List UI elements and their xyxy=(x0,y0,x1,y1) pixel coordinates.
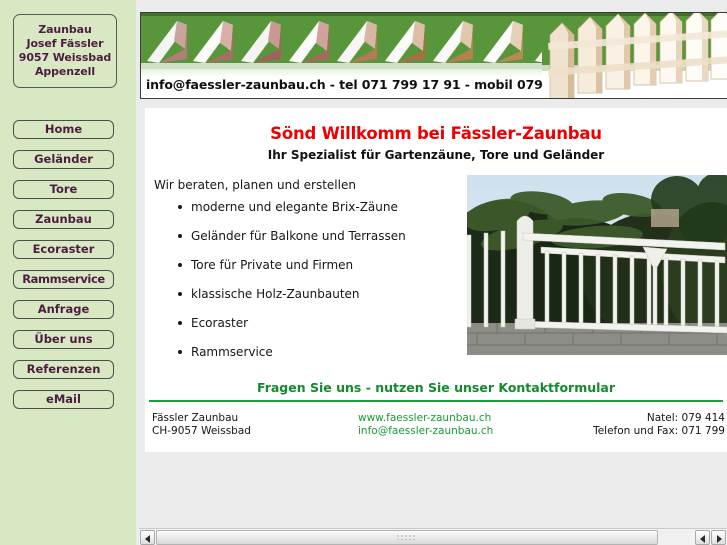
nav-item-home[interactable]: Home xyxy=(13,120,114,139)
nav-item-tore[interactable]: Tore xyxy=(13,180,114,199)
scroll-right-button[interactable] xyxy=(711,530,726,545)
scrollbar-track[interactable] xyxy=(156,530,690,545)
horizontal-scrollbar[interactable] xyxy=(139,528,727,545)
logo-line-2: Josef Fässler xyxy=(26,37,104,50)
scrollbar-thumb[interactable] xyxy=(156,530,658,545)
nav-item-rammservice[interactable]: Rammservice xyxy=(13,270,114,289)
nav-item-ueber-uns[interactable]: Über uns xyxy=(13,330,114,349)
scroll-left-button[interactable] xyxy=(140,530,155,545)
nav-item-anfrage[interactable]: Anfrage xyxy=(13,300,114,319)
nav-item-zaunbau[interactable]: Zaunbau xyxy=(13,210,114,229)
arrow-left-icon xyxy=(145,534,150,543)
railing-photo xyxy=(467,175,727,355)
main-navigation: Home Geländer Tore Zaunbau Ecoraster Ram… xyxy=(13,120,114,420)
footer-email-link[interactable]: info@faessler-zaunbau.ch xyxy=(358,425,493,438)
browser-page: Zaunbau Josef Fässler 9057 Weissbad Appe… xyxy=(0,0,727,545)
footer-address: Fässler Zaunbau CH-9057 Weissbad xyxy=(152,412,251,438)
footer-company: Fässler Zaunbau xyxy=(152,412,239,424)
contact-cta-heading[interactable]: Fragen Sie uns - nutzen Sie unser Kontak… xyxy=(145,380,727,395)
footer-phone-numbers: Natel: 079 414 7 Telefon und Fax: 071 79… xyxy=(575,412,727,438)
nav-item-email[interactable]: eMail xyxy=(13,390,114,409)
main-content-panel: Sönd Willkomm bei Fässler-Zaunbau Ihr Sp… xyxy=(145,108,727,452)
content-body: Wir beraten, planen und erstellen modern… xyxy=(145,175,727,378)
nav-item-gelaender[interactable]: Geländer xyxy=(13,150,114,169)
logo-line-4: Appenzell xyxy=(34,65,96,78)
page-footer: Fässler Zaunbau CH-9057 Weissbad www.fae… xyxy=(145,412,727,452)
logo-line-3: 9057 Weissbad xyxy=(18,51,112,64)
sidebar: Zaunbau Josef Fässler 9057 Weissbad Appe… xyxy=(0,0,136,545)
page-title: Sönd Willkomm bei Fässler-Zaunbau xyxy=(270,124,602,143)
nav-item-ecoraster[interactable]: Ecoraster xyxy=(13,240,114,259)
footer-links: www.faessler-zaunbau.ch info@faessler-za… xyxy=(358,412,493,438)
footer-website-link[interactable]: www.faessler-zaunbau.ch xyxy=(358,412,493,425)
page-subtitle: Ihr Spezialist für Gartenzäune, Tore und… xyxy=(267,148,605,162)
scroll-step-left-button[interactable] xyxy=(695,530,710,545)
footer-divider xyxy=(149,400,723,402)
list-item: Ecoraster xyxy=(178,316,406,345)
footer-telefon-fax: Telefon und Fax: 071 799 1 xyxy=(593,425,727,437)
company-logo-box: Zaunbau Josef Fässler 9057 Weissbad Appe… xyxy=(13,14,117,88)
footer-city: CH-9057 Weissbad xyxy=(152,425,251,437)
list-item: Rammservice xyxy=(178,345,406,374)
company-logo-text: Zaunbau Josef Fässler 9057 Weissbad Appe… xyxy=(19,23,111,79)
white-picket-fence-illustration xyxy=(542,13,727,98)
logo-line-1: Zaunbau xyxy=(38,23,92,36)
balcony-railing-photograph xyxy=(467,175,727,355)
white-fence-graphic xyxy=(542,13,727,98)
arrow-left-icon xyxy=(700,534,705,543)
nav-item-referenzen[interactable]: Referenzen xyxy=(13,360,114,379)
services-list: moderne und elegante Brix-Zäune Geländer… xyxy=(167,200,406,374)
footer-natel: Natel: 079 414 7 xyxy=(646,412,727,424)
list-item: moderne und elegante Brix-Zäune xyxy=(178,200,406,229)
list-item: Geländer für Balkone und Terrassen xyxy=(178,229,406,258)
list-item: Tore für Private und Firmen xyxy=(178,258,406,287)
list-item: klassische Holz-Zaunbauten xyxy=(178,287,406,316)
site-banner: info@faessler-zaunbau.ch - tel 071 799 1… xyxy=(140,12,727,99)
scrollbar-grip-icon xyxy=(397,535,417,542)
arrow-right-icon xyxy=(717,534,722,543)
page-body: info@faessler-zaunbau.ch - tel 071 799 1… xyxy=(136,0,727,545)
intro-text: Wir beraten, planen und erstellen xyxy=(154,178,356,192)
